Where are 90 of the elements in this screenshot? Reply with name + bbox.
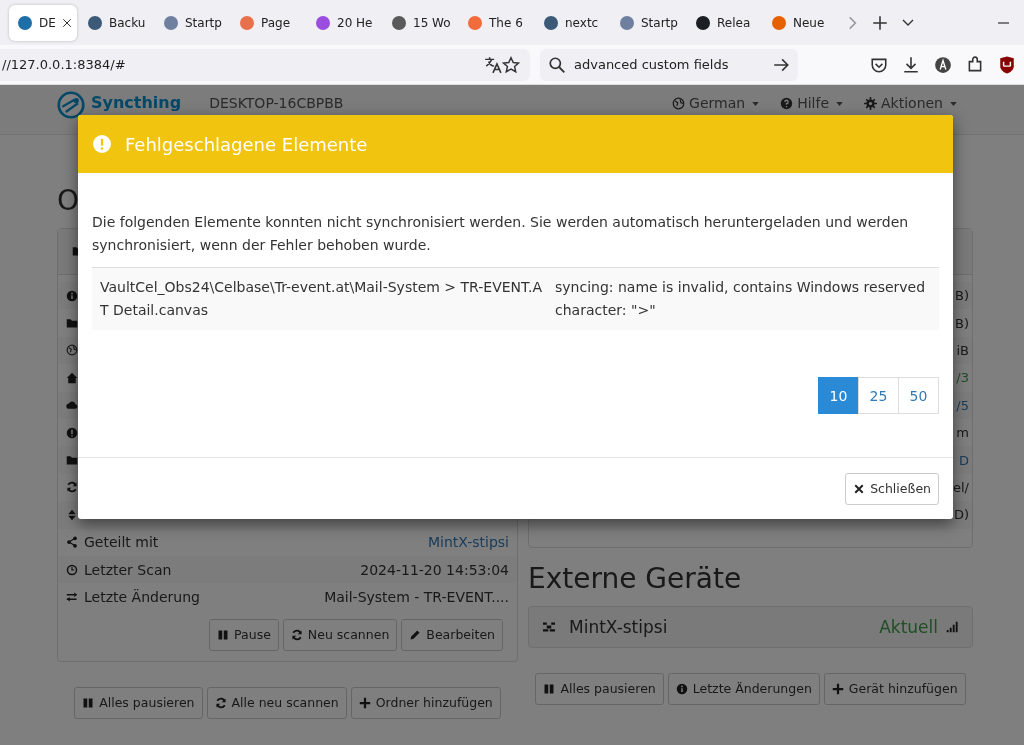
pause-icon bbox=[82, 696, 95, 709]
browser-tab[interactable]: Relea bbox=[687, 4, 761, 41]
gear-icon bbox=[864, 96, 877, 110]
browser-tab[interactable]: Neue bbox=[763, 4, 837, 41]
minimize-icon bbox=[997, 21, 1009, 24]
close-button[interactable]: Schließen bbox=[845, 472, 939, 505]
identicon-icon bbox=[543, 620, 555, 633]
globe-icon bbox=[672, 96, 686, 110]
dialog-message: Die folgenden Elemente konnten nicht synchronisiert werden. Sie werden automatisch heruntergeladen und werden synchronisiert, wenn der Fehler behoben wurde. bbox=[92, 213, 910, 255]
device-name: DESKTOP-16CBPBB bbox=[209, 95, 345, 111]
action-button[interactable]: Letzte Änderungen bbox=[667, 672, 820, 705]
action-button[interactable]: Ordner hinzufügen bbox=[350, 686, 501, 719]
browser-tab[interactable]: nextc bbox=[535, 4, 609, 41]
section-heading: Externe Geräte bbox=[528, 560, 743, 596]
browser-tab[interactable]: DE bbox=[9, 4, 77, 41]
row-value: B) bbox=[955, 288, 969, 304]
account-icon[interactable] bbox=[934, 55, 952, 74]
action-button[interactable]: Alles pausieren bbox=[74, 686, 203, 719]
tab-list-icon bbox=[902, 19, 914, 26]
logo-icon bbox=[57, 91, 85, 119]
browser-tab[interactable]: 20 He bbox=[307, 4, 381, 41]
plus-icon bbox=[358, 696, 371, 709]
browser-tab[interactable]: Startp bbox=[155, 4, 229, 41]
nav-menu[interactable]: German bbox=[672, 95, 763, 111]
row-value: /5 bbox=[956, 397, 969, 413]
shield-icon[interactable] bbox=[998, 55, 1016, 74]
pause-icon bbox=[543, 682, 556, 695]
refresh-icon bbox=[290, 628, 303, 641]
browser-tab[interactable]: 15 Wo bbox=[383, 4, 457, 41]
browser-tab[interactable]: The 6 bbox=[459, 4, 533, 41]
device-link[interactable]: MintX-stipsi bbox=[427, 534, 509, 551]
device-name: MintX-stipsi bbox=[569, 616, 669, 637]
action-button[interactable]: Alles pausieren bbox=[535, 672, 664, 705]
browser-tab[interactable]: Backu bbox=[79, 4, 153, 41]
plus-icon bbox=[831, 682, 844, 695]
pencil-icon bbox=[409, 628, 422, 641]
nav-menu[interactable]: Aktionen bbox=[864, 95, 960, 111]
action-button[interactable]: Gerät hinzufügen bbox=[823, 672, 966, 705]
page-size-button[interactable]: 25 bbox=[858, 377, 899, 414]
row-value: Mail-System - TR-EVENT.... bbox=[324, 589, 509, 605]
cloud-icon bbox=[66, 399, 78, 412]
row-label: Letzte Änderung bbox=[84, 589, 201, 605]
row-label: Geteilt mit bbox=[84, 534, 160, 551]
file-path: VaultCel_Obs24\Celbase\Tr-event.at\Mail-System > TR-EVENT.AT Detail.canvas bbox=[100, 278, 543, 320]
browser-tab[interactable]: Page bbox=[231, 4, 305, 41]
row-value: el/ bbox=[953, 479, 969, 495]
help-icon bbox=[780, 96, 794, 110]
close-icon bbox=[61, 17, 72, 28]
folder-button[interactable]: Bearbeiten bbox=[401, 618, 503, 651]
clock-icon bbox=[66, 563, 78, 576]
exchange-icon bbox=[66, 591, 78, 603]
download-icon[interactable] bbox=[902, 55, 920, 74]
new-tab-icon bbox=[871, 13, 889, 32]
row-value: m bbox=[956, 425, 969, 441]
row-value: /3 bbox=[956, 370, 969, 386]
address-field[interactable]: //127.0.0.1:8384/# bbox=[0, 48, 530, 81]
row-value: D bbox=[959, 452, 969, 468]
error-message: syncing: name is invalid, contains Windows reserved character: ">" bbox=[555, 278, 927, 320]
page-size-button[interactable]: 10 bbox=[818, 377, 859, 414]
share-icon bbox=[66, 536, 78, 549]
browser-tab[interactable]: Startp bbox=[611, 4, 685, 41]
extensions-icon[interactable] bbox=[966, 55, 984, 74]
translate-icon bbox=[484, 55, 502, 74]
device-row[interactable]: MintX-stipsi Aktuell bbox=[528, 605, 973, 648]
row-value: B) bbox=[955, 315, 969, 331]
row-value: D) bbox=[953, 507, 969, 523]
alert-icon bbox=[93, 135, 111, 153]
info-icon bbox=[675, 682, 688, 695]
search-icon bbox=[548, 55, 566, 74]
signal-icon bbox=[946, 620, 958, 633]
dialog-title: Fehlgeschlagene Elemente bbox=[125, 133, 368, 155]
row-value: 2024-11-20 14:53:04 bbox=[360, 561, 509, 578]
device-status: Aktuell bbox=[879, 616, 938, 637]
nav-menu[interactable]: Hilfe bbox=[780, 95, 846, 111]
search-field[interactable]: advanced custom fields bbox=[540, 48, 798, 81]
row-value: iB bbox=[956, 342, 969, 358]
section-heading: O bbox=[57, 183, 81, 218]
star-icon bbox=[502, 55, 520, 74]
refresh-icon bbox=[214, 696, 227, 709]
folder-button[interactable]: Neu scannen bbox=[282, 618, 398, 651]
pause-icon bbox=[217, 628, 230, 641]
folder-button[interactable]: Pause bbox=[209, 618, 279, 651]
globe-icon bbox=[66, 344, 78, 357]
refresh-icon bbox=[66, 481, 78, 494]
brand-name[interactable]: Syncthing bbox=[91, 94, 182, 112]
close-icon bbox=[853, 482, 866, 495]
row-label: Letzter Scan bbox=[84, 561, 173, 578]
home-icon bbox=[66, 371, 78, 384]
action-button[interactable]: Alle neu scannen bbox=[206, 686, 347, 719]
page-size-button[interactable]: 50 bbox=[898, 377, 939, 414]
